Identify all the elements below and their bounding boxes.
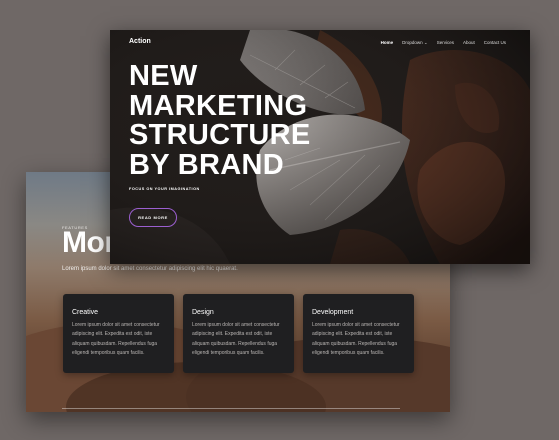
feature-title: Design bbox=[192, 309, 214, 316]
hero-title: NEW MARKETING STRUCTURE BY BRAND bbox=[129, 60, 369, 181]
feature-text: Lorem ipsum dolor sit amet consectetur a… bbox=[72, 322, 160, 356]
section-title: Mor bbox=[62, 226, 116, 259]
hero-title-line: BY BRAND bbox=[129, 148, 284, 181]
feature-card-design: Design Lorem ipsum dolor sit amet consec… bbox=[183, 294, 294, 373]
section-lead: Lorem ipsum dolor sit amet consectetur a… bbox=[62, 266, 238, 272]
read-more-button[interactable]: READ MORE bbox=[129, 208, 177, 227]
nav-item-dropdown[interactable]: Dropdown ⌄ bbox=[402, 40, 428, 46]
nav-item-about[interactable]: About bbox=[463, 40, 475, 46]
hero-title-line: MARKETING bbox=[129, 89, 308, 122]
brand-logo[interactable]: Action bbox=[129, 38, 151, 45]
nav-item-services[interactable]: Services bbox=[437, 40, 454, 46]
divider bbox=[62, 408, 400, 409]
feature-card-development: Development Lorem ipsum dolor sit amet c… bbox=[303, 294, 414, 373]
feature-text: Lorem ipsum dolor sit amet consectetur a… bbox=[312, 322, 400, 356]
hero-page-preview: Action Home Dropdown ⌄ Services About Co… bbox=[110, 30, 530, 264]
feature-title: Creative bbox=[72, 309, 99, 316]
hero-tagline: FOCUS ON YOUR IMAGINATION bbox=[129, 187, 200, 191]
nav-item-contact[interactable]: Contact Us bbox=[484, 40, 506, 46]
hero-title-line: STRUCTURE bbox=[129, 119, 311, 151]
hero-title-line: NEW bbox=[129, 60, 198, 92]
top-navigation: Home Dropdown ⌄ Services About Contact U… bbox=[381, 40, 506, 46]
feature-card-creative: Creative Lorem ipsum dolor sit amet cons… bbox=[63, 294, 174, 373]
feature-text: Lorem ipsum dolor sit amet consectetur a… bbox=[192, 322, 280, 356]
nav-item-home[interactable]: Home bbox=[381, 40, 394, 46]
feature-title: Development bbox=[312, 309, 354, 316]
